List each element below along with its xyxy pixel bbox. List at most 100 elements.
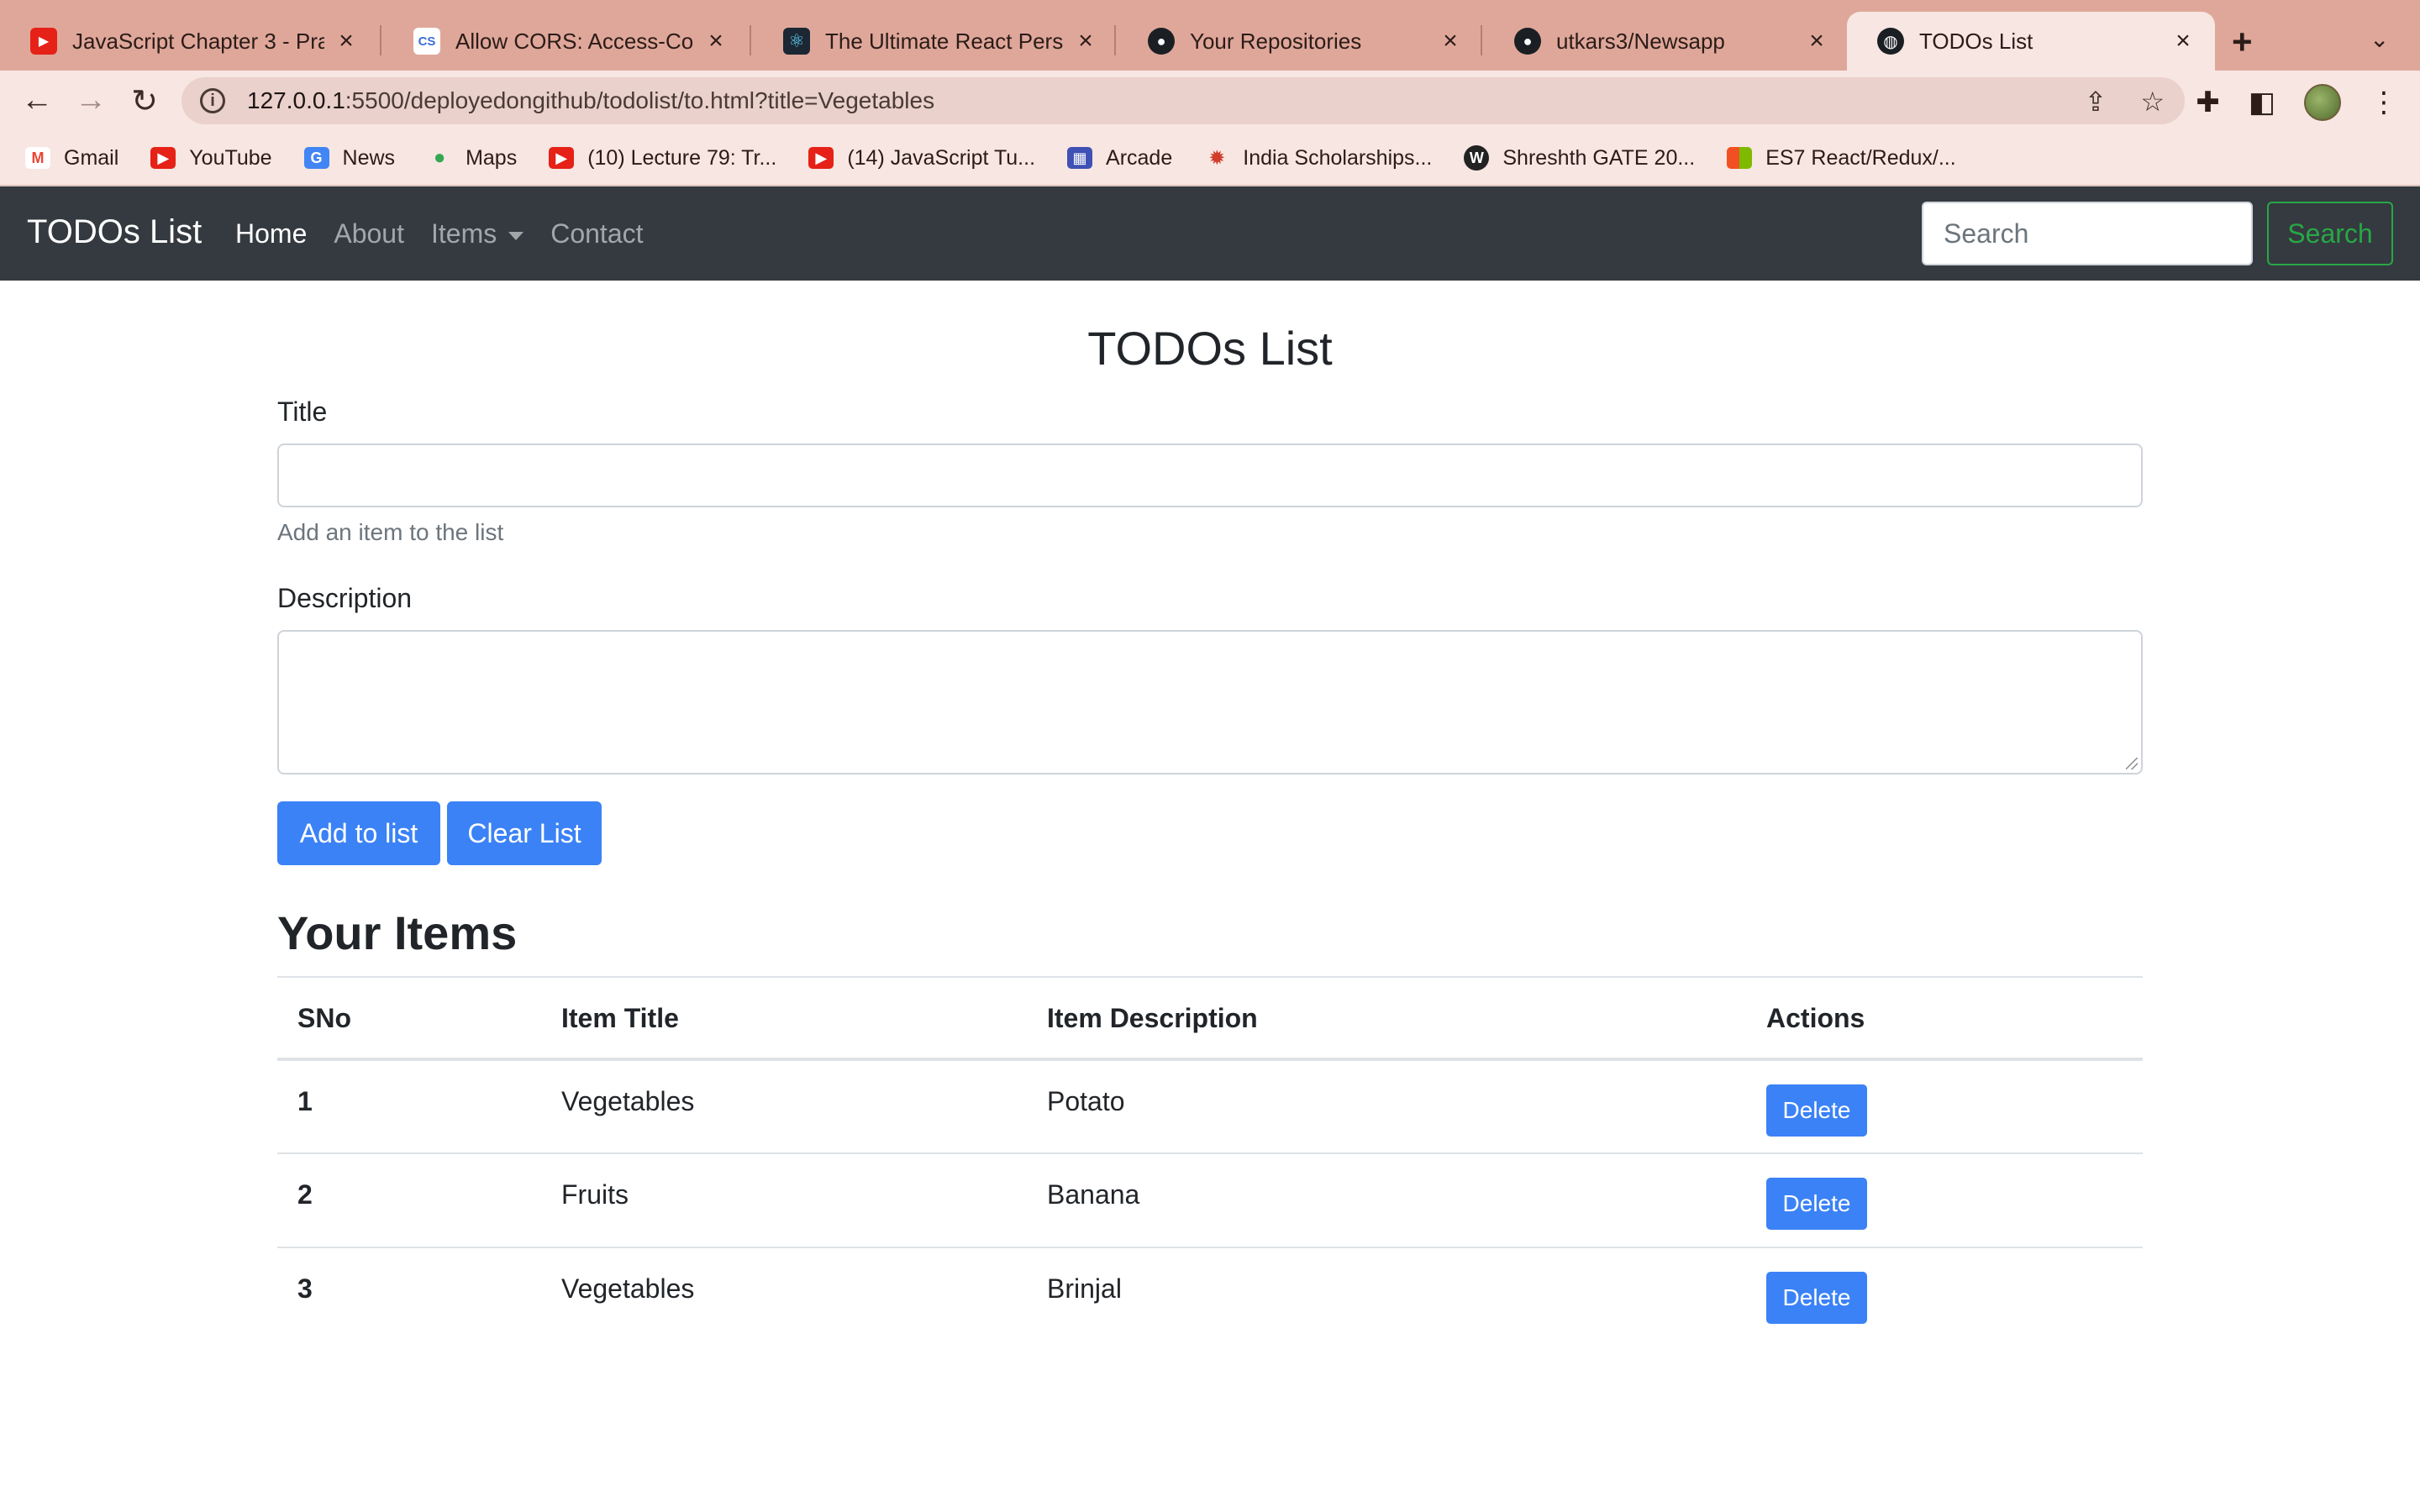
- tab-separator: [750, 25, 751, 55]
- nav-link-contact[interactable]: Contact: [550, 218, 643, 249]
- row-description: Potato: [1027, 1058, 1746, 1153]
- browser-tab-active[interactable]: ◍ TODOs List ×: [1847, 12, 2215, 71]
- globe-icon: ◍: [1877, 28, 1904, 55]
- clear-list-button[interactable]: Clear List: [447, 801, 602, 865]
- browser-tab[interactable]: CS Allow CORS: Access-Contr ×: [383, 12, 748, 71]
- navbar-search-button[interactable]: Search: [2267, 202, 2393, 265]
- url-text[interactable]: 127.0.0.1:5500/deployedongithub/todolist…: [247, 87, 934, 114]
- row-title: Vegetables: [541, 1247, 1027, 1341]
- row-title: Fruits: [541, 1152, 1027, 1247]
- profile-avatar[interactable]: [2304, 84, 2341, 121]
- column-header-actions: Actions: [1746, 976, 2143, 1061]
- extensions-icon[interactable]: ✚: [2196, 86, 2220, 119]
- arcade-icon: ▦: [1067, 147, 1093, 169]
- delete-button[interactable]: Delete: [1766, 1272, 1867, 1324]
- close-tab-icon[interactable]: ×: [2171, 27, 2195, 55]
- delete-button[interactable]: Delete: [1766, 1178, 1867, 1230]
- nav-dropdown-label: Items: [430, 218, 497, 249]
- new-tab-icon[interactable]: +: [2232, 22, 2253, 62]
- close-tab-icon[interactable]: ×: [334, 27, 358, 55]
- column-header-sno: SNo: [277, 976, 541, 1061]
- tab-separator: [380, 25, 381, 55]
- bookmark-gmail[interactable]: M Gmail: [25, 146, 118, 171]
- resize-handle-icon[interactable]: [2126, 758, 2138, 769]
- title-help-text: Add an item to the list: [277, 519, 504, 545]
- share-icon[interactable]: ⇪: [2085, 86, 2107, 118]
- github-icon: ●: [1148, 28, 1175, 55]
- microsoft-icon: [1727, 147, 1753, 169]
- nav-link-home[interactable]: Home: [235, 218, 307, 249]
- news-icon: G: [303, 147, 329, 169]
- github-icon: ●: [1514, 28, 1541, 55]
- browser-tab-strip: ▶ JavaScript Chapter 3 - Prac × CS Allow…: [0, 0, 2420, 71]
- site-info-icon[interactable]: i: [200, 88, 225, 113]
- bookmark-news[interactable]: G News: [303, 146, 395, 171]
- bookmark-maps[interactable]: ● Maps: [427, 146, 517, 171]
- bookmark-lecture[interactable]: ▶ (10) Lecture 79: Tr...: [549, 146, 776, 171]
- navbar-search-input[interactable]: [1922, 202, 2253, 265]
- reload-icon[interactable]: ↻: [126, 82, 163, 120]
- browser-menu-icon[interactable]: ⋮: [2370, 86, 2398, 119]
- gmail-icon: M: [25, 147, 50, 169]
- back-icon[interactable]: ←: [18, 82, 55, 118]
- browser-tab[interactable]: ⚛ The Ultimate React Person ×: [753, 12, 1118, 71]
- maps-icon: ●: [433, 146, 446, 169]
- youtube-icon: ▶: [150, 147, 176, 169]
- description-textarea[interactable]: [277, 630, 2143, 774]
- your-items-heading: Your Items: [277, 906, 518, 959]
- wordpress-icon: W: [1464, 145, 1490, 171]
- bookmark-arcade[interactable]: ▦ Arcade: [1067, 146, 1172, 171]
- navbar-brand[interactable]: TODOs List: [27, 213, 202, 251]
- browser-toolbar: ← → ↻ i 127.0.0.1:5500/deployedongithub/…: [0, 71, 2420, 131]
- caret-down-icon: [508, 231, 524, 240]
- table-row: 2 Fruits Banana Delete: [277, 1152, 2143, 1247]
- cors-icon: CS: [413, 28, 440, 55]
- bookmark-youtube[interactable]: ▶ YouTube: [150, 146, 272, 171]
- bookmark-india-scholarships[interactable]: ✹ India Scholarships...: [1204, 146, 1432, 171]
- row-sno: 1: [277, 1058, 541, 1153]
- address-bar[interactable]: i 127.0.0.1:5500/deployedongithub/todoli…: [182, 77, 2185, 124]
- youtube-icon: ▶: [30, 28, 57, 55]
- tab-search-chevron-icon[interactable]: ⌄: [2370, 25, 2389, 53]
- bookmark-shreshth-gate[interactable]: W Shreshth GATE 20...: [1464, 145, 1695, 171]
- close-tab-icon[interactable]: ×: [1439, 27, 1462, 55]
- bookmark-javascript-tutorial[interactable]: ▶ (14) JavaScript Tu...: [808, 146, 1035, 171]
- tab-title: JavaScript Chapter 3 - Prac: [72, 28, 324, 54]
- forward-icon[interactable]: →: [72, 82, 109, 118]
- tab-separator: [1481, 25, 1482, 55]
- browser-tab[interactable]: ● Your Repositories ×: [1118, 12, 1482, 71]
- nav-link-about[interactable]: About: [334, 218, 404, 249]
- tab-separator: [1114, 25, 1116, 55]
- close-tab-icon[interactable]: ×: [704, 27, 728, 55]
- bookmark-star-icon[interactable]: ☆: [2140, 86, 2165, 118]
- close-tab-icon[interactable]: ×: [1805, 27, 1828, 55]
- youtube-icon: ▶: [808, 147, 834, 169]
- row-sno: 3: [277, 1247, 541, 1341]
- row-actions: Delete: [1746, 1247, 2143, 1341]
- title-input[interactable]: [277, 444, 2143, 507]
- row-actions: Delete: [1746, 1152, 2143, 1247]
- row-sno: 2: [277, 1152, 541, 1247]
- bookmark-es7-react[interactable]: ES7 React/Redux/...: [1727, 146, 1956, 171]
- column-header-title: Item Title: [541, 976, 1027, 1061]
- browser-tab[interactable]: ▶ JavaScript Chapter 3 - Prac ×: [0, 12, 378, 71]
- add-to-list-button[interactable]: Add to list: [277, 801, 440, 865]
- youtube-icon: ▶: [549, 147, 575, 169]
- react-icon: ⚛: [783, 28, 810, 55]
- table-row: 1 Vegetables Potato Delete: [277, 1058, 2143, 1153]
- table-header-row: SNo Item Title Item Description Actions: [277, 976, 2143, 1061]
- browser-tab[interactable]: ● utkars3/Newsapp ×: [1484, 12, 1849, 71]
- items-table: SNo Item Title Item Description Actions …: [277, 976, 2143, 1341]
- row-description: Brinjal: [1027, 1247, 1746, 1341]
- row-actions: Delete: [1746, 1058, 2143, 1153]
- row-description: Banana: [1027, 1152, 1746, 1247]
- description-label: Description: [277, 583, 413, 613]
- delete-button[interactable]: Delete: [1766, 1084, 1867, 1137]
- nav-links: Home About Items Contact: [235, 218, 644, 249]
- side-panel-icon[interactable]: ◧: [2249, 86, 2275, 119]
- title-label: Title: [277, 396, 328, 427]
- scholarship-icon: ✹: [1208, 146, 1226, 170]
- table-row: 3 Vegetables Brinjal Delete: [277, 1247, 2143, 1341]
- nav-dropdown-items[interactable]: Items: [430, 218, 524, 249]
- close-tab-icon[interactable]: ×: [1074, 27, 1097, 55]
